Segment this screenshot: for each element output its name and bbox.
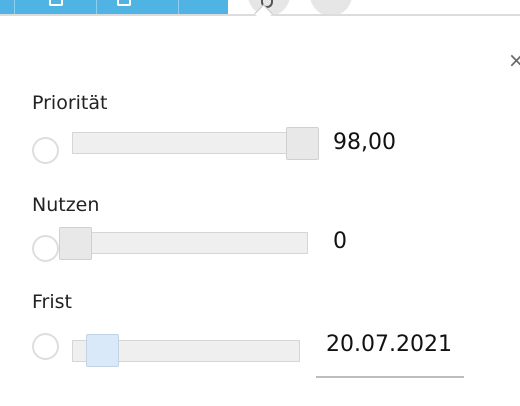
- close-button[interactable]: ×: [508, 50, 520, 70]
- benefit-slider[interactable]: [72, 232, 308, 254]
- toolbar-button[interactable]: [178, 0, 229, 14]
- priority-slider-handle[interactable]: [286, 127, 319, 160]
- toolbar-icon: [49, 0, 63, 6]
- priority-slider[interactable]: [72, 132, 319, 154]
- toolbar-icon: [117, 0, 131, 6]
- priority-value: 98,00: [333, 130, 396, 155]
- deadline-slider-handle[interactable]: [86, 334, 119, 367]
- deadline-date-input[interactable]: 20.07.2021: [326, 332, 452, 357]
- toolbar: [0, 0, 228, 14]
- priority-radio[interactable]: [32, 137, 59, 164]
- toolbar-button[interactable]: [96, 0, 179, 14]
- date-input-underline: [316, 376, 464, 378]
- toolbar-button[interactable]: [14, 0, 97, 14]
- field-label-benefit: Nutzen: [32, 194, 100, 216]
- field-label-deadline: Frist: [32, 291, 72, 313]
- benefit-slider-handle[interactable]: [59, 227, 92, 260]
- benefit-radio[interactable]: [32, 235, 59, 262]
- panel: × Priorität 98,00 Nutzen 0 Frist 20.07.2…: [0, 0, 520, 406]
- benefit-value: 0: [333, 229, 347, 254]
- deadline-radio[interactable]: [32, 333, 59, 360]
- field-label-priority: Priorität: [32, 92, 108, 114]
